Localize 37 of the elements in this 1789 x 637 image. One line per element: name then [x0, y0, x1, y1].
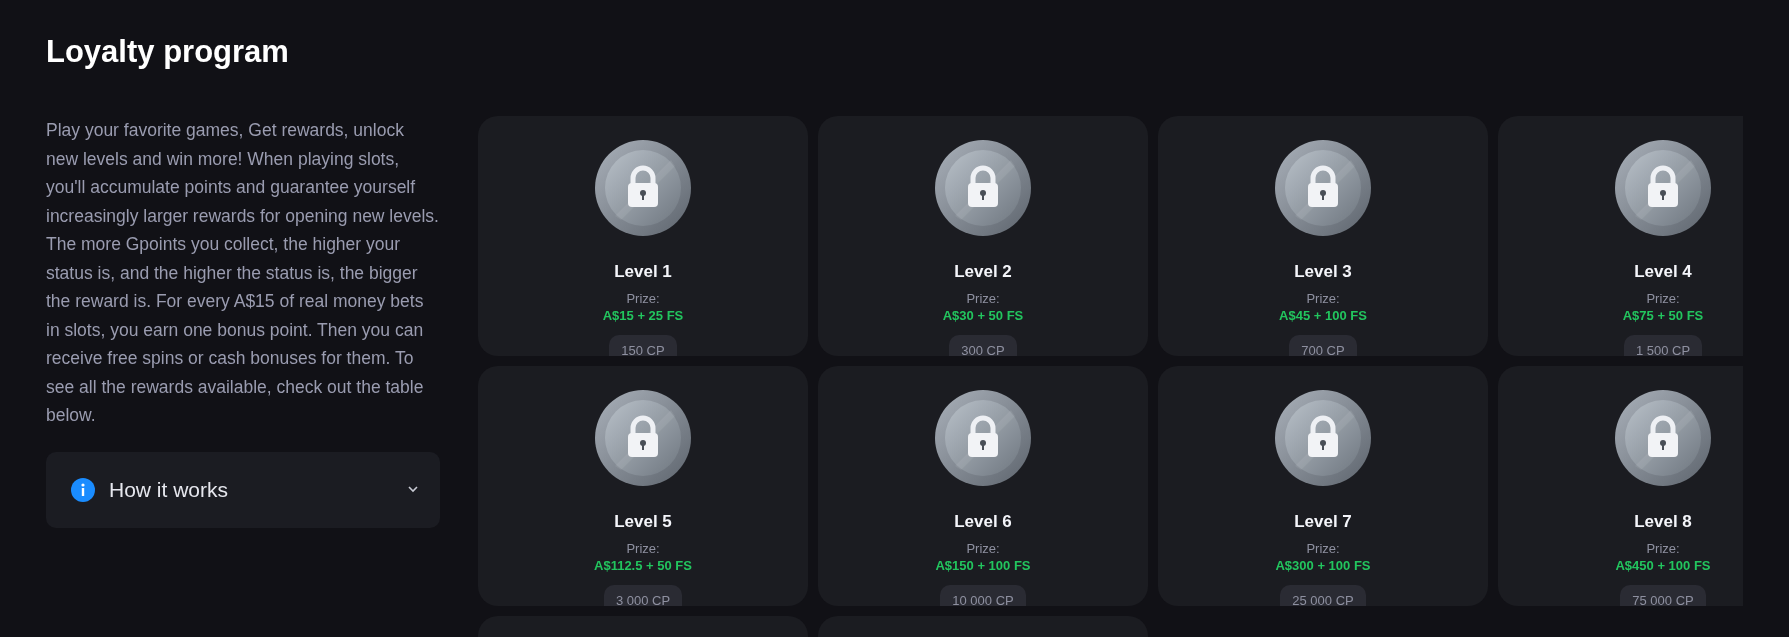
prize-value: A$450 + 100 FS — [1615, 558, 1711, 573]
prize-label: Prize: — [1646, 541, 1680, 556]
prize-value: A$15 + 25 FS — [602, 308, 684, 323]
points-badge: 300 CP — [949, 335, 1017, 356]
info-icon — [71, 477, 95, 502]
prize-value: A$30 + 50 FS — [942, 308, 1024, 323]
level-name: Level 4 — [1634, 262, 1692, 282]
how-it-works-accordion[interactable]: How it works — [46, 451, 440, 528]
level-name: Level 3 — [1294, 262, 1352, 282]
prize-label: Prize: — [1306, 541, 1340, 556]
prize-label: Prize: — [966, 291, 1000, 306]
level-name: Level 2 — [954, 262, 1012, 282]
level-name: Level 6 — [954, 512, 1012, 532]
prize-label: Prize: — [626, 291, 660, 306]
points-badge: 3 000 CP — [603, 585, 683, 606]
chevron-icon — [408, 486, 418, 493]
points-badge: 150 CP — [609, 335, 677, 356]
points-badge: 25 000 CP — [1280, 585, 1366, 606]
points-badge: 700 CP — [1289, 335, 1357, 356]
prize-label: Prize: — [1646, 291, 1680, 306]
level-name: Level 5 — [614, 512, 672, 532]
prize-value: A$150 + 100 FS — [935, 558, 1031, 573]
prize-value: A$300 + 100 FS — [1275, 558, 1371, 573]
points-badge: 1 500 CP — [1623, 335, 1703, 356]
level-name: Level 7 — [1294, 512, 1352, 532]
prize-label: Prize: — [966, 541, 1000, 556]
prize-value: A$112.5 + 50 FS — [594, 558, 692, 573]
level-name: Level 8 — [1634, 512, 1692, 532]
prize-value: A$75 + 50 FS — [1622, 308, 1704, 323]
prize-label: Prize: — [626, 541, 660, 556]
level-name: Level 1 — [614, 262, 672, 282]
description-text: Play your favorite games, Get rewards, unlock new levels and win more! When playing slots, you'll accumulate points and guarantee yourself increasingly larger rewards for opening new levels. The more Gpoints you collect, the higher your status is, and the higher the status is, the bigger the reward is. For every A$15 of real money bets in slots, you earn one bonus point. Then you can receive free spins or cash bonuses for them. To see all the rewards available, check out the table below. — [46, 119, 440, 427]
points-badge: 75 000 CP — [1620, 585, 1706, 606]
prize-value: A$45 + 100 FS — [1279, 308, 1367, 323]
page-title: Loyalty program — [46, 34, 290, 70]
prize-label: Prize: — [1306, 291, 1340, 306]
points-badge: 10 000 CP — [940, 585, 1026, 606]
